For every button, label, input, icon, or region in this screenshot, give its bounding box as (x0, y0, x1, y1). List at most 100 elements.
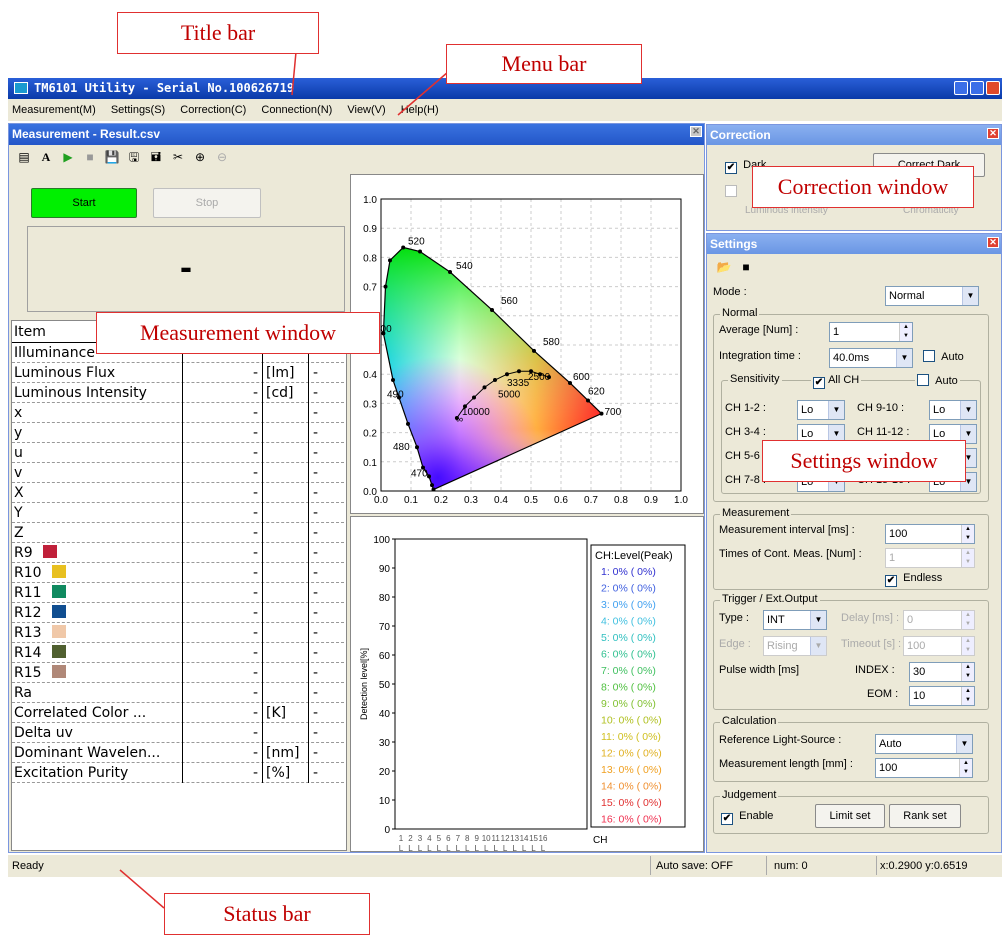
x-tick-label: 1.0 (674, 495, 688, 506)
row-value: - (182, 403, 260, 423)
callout-status-bar: Status bar (164, 893, 370, 935)
ch-sensitivity-select[interactable]: Lo▼ (929, 400, 977, 420)
legend-entry: 16: 0% ( 0%) (601, 814, 662, 826)
menu-settings[interactable]: Settings(S) (111, 104, 165, 116)
mode-label: Mode : (713, 286, 747, 298)
all-ch-checkbox[interactable]: ✔ All CH (811, 374, 862, 389)
legend-entry: 12: 0% ( 0%) (601, 748, 662, 760)
row-item: Delta uv (14, 725, 73, 741)
row-judge: - (308, 563, 344, 583)
rank-set-button[interactable]: Rank set (889, 804, 961, 828)
endless-checkbox[interactable]: ✔ Endless (885, 572, 942, 587)
row-unit (262, 643, 308, 663)
save-settings-icon[interactable]: ■ (737, 258, 755, 276)
wavelength-label: 480 (393, 442, 410, 453)
table-row: Excitation Purity - [%] - (12, 763, 344, 783)
menu-view[interactable]: View(V) (347, 104, 385, 116)
planckian-point (505, 372, 509, 377)
index-input[interactable]: 30 ▲ ▼ (909, 662, 975, 682)
row-judge: - (308, 483, 344, 503)
auto-save-icon[interactable]: 💾 (103, 148, 121, 166)
legend-entry: 7: 0% ( 0%) (601, 665, 656, 677)
start-button[interactable]: Start (31, 188, 137, 218)
channel-level-chart[interactable]: Detection level[%]1009080706050403020100… (351, 517, 703, 851)
x-axis-unit: CH (593, 835, 607, 846)
cie-chart-pane: 520 540 560 580 600 620 700 500 490 480 470 3335 250… (350, 174, 704, 514)
eom-input[interactable]: 10 ▲ ▼ (909, 686, 975, 706)
reference-select[interactable]: Auto ▼ (875, 734, 973, 754)
wavelength-label: 580 (543, 337, 560, 348)
save-all-icon[interactable]: 🖬 (147, 148, 165, 166)
row-item: R12 (14, 603, 164, 623)
x-tick-marker: L (427, 844, 432, 851)
legend-entry: 8: 0% ( 0%) (601, 682, 656, 694)
minimize-icon[interactable] (954, 81, 968, 95)
close-icon[interactable] (986, 81, 1000, 95)
row-value: - (182, 703, 260, 723)
y-tick-label: 0.7 (363, 283, 377, 294)
zoom-out-icon[interactable]: ⊖ (213, 148, 231, 166)
row-value: - (182, 503, 260, 523)
y-tick-label: 40 (379, 709, 391, 720)
menu-help[interactable]: Help(H) (401, 104, 439, 116)
enable-checkbox[interactable]: ✔ Enable (721, 810, 773, 825)
font-icon[interactable]: A (37, 148, 55, 166)
cie-chromaticity-chart[interactable]: 5205405605806006207005004904804703335250… (351, 175, 703, 513)
interval-input[interactable]: 100 ▲ ▼ (885, 524, 975, 544)
delay-input[interactable]: 0 ▲ ▼ (903, 610, 975, 630)
edge-select[interactable]: Rising ▼ (763, 636, 827, 656)
x-tick-label: 4 (427, 834, 432, 843)
limit-set-button[interactable]: Limit set (815, 804, 885, 828)
row-unit: [lm] (262, 363, 308, 383)
x-tick-label: 12 (501, 834, 510, 843)
x-tick-label: 0.1 (404, 495, 418, 506)
measurement-close-icon[interactable]: ✕ (690, 126, 702, 137)
maximize-icon[interactable] (970, 81, 984, 95)
mode-select[interactable]: Normal ▼ (885, 286, 979, 306)
save-icon[interactable]: 🖫 (125, 148, 143, 166)
times-input[interactable]: 1 ▲ ▼ (885, 548, 975, 568)
row-value: - (182, 463, 260, 483)
row-unit: [cd] (262, 383, 308, 403)
play-icon[interactable]: ▶ (59, 148, 77, 166)
planckian-point (482, 385, 487, 390)
ch-label: CH 3-4 : (725, 426, 766, 438)
settings-close-icon[interactable]: ✕ (987, 237, 999, 248)
row-unit (262, 443, 308, 463)
legend-entry: 3: 0% ( 0%) (601, 599, 656, 611)
settings-window-header: Settings ✕ (707, 234, 1001, 254)
correction-close-icon[interactable]: ✕ (987, 128, 999, 139)
integration-auto-checkbox[interactable]: Auto (923, 350, 964, 363)
locus-point (388, 258, 392, 263)
x-tick-marker: L (408, 844, 413, 851)
stop-button[interactable]: Stop (153, 188, 261, 218)
open-folder-icon[interactable]: 📂 (715, 258, 733, 276)
timeout-input[interactable]: 100 ▲ ▼ (903, 636, 975, 656)
locus-point (415, 445, 419, 450)
luminous-intensity-checkbox[interactable] (725, 185, 737, 198)
type-select[interactable]: INT ▼ (763, 610, 827, 630)
menu-measurement[interactable]: Measurement(M) (12, 104, 96, 116)
ch-sensitivity-select[interactable]: Lo▼ (797, 400, 845, 420)
menu-connection[interactable]: Connection(N) (261, 104, 332, 116)
locus-point (418, 249, 422, 254)
x-tick-label: 1 (399, 834, 404, 843)
list-icon[interactable]: ▤ (15, 148, 33, 166)
table-row: R11- - (12, 583, 344, 603)
length-input[interactable]: 100 ▲ ▼ (875, 758, 973, 778)
x-tick-marker: L (437, 844, 442, 851)
x-tick-label: 13 (510, 834, 519, 843)
stop-icon[interactable]: ■ (81, 148, 99, 166)
legend-entry: 2: 0% ( 0%) (601, 583, 656, 595)
zoom-in-icon[interactable]: ⊕ (191, 148, 209, 166)
sensitivity-auto-checkbox[interactable]: Auto (915, 374, 960, 387)
average-input[interactable]: 1 ▲ ▼ (829, 322, 913, 342)
x-tick-label: 15 (529, 834, 538, 843)
wavelength-label: 470 (411, 468, 428, 479)
plot-frame (394, 538, 588, 830)
tools-icon[interactable]: ✂ (169, 148, 187, 166)
table-row: R12- - (12, 603, 344, 623)
table-row: Delta uv - - (12, 723, 344, 743)
integration-select[interactable]: 40.0ms ▼ (829, 348, 913, 368)
menu-correction[interactable]: Correction(C) (180, 104, 246, 116)
